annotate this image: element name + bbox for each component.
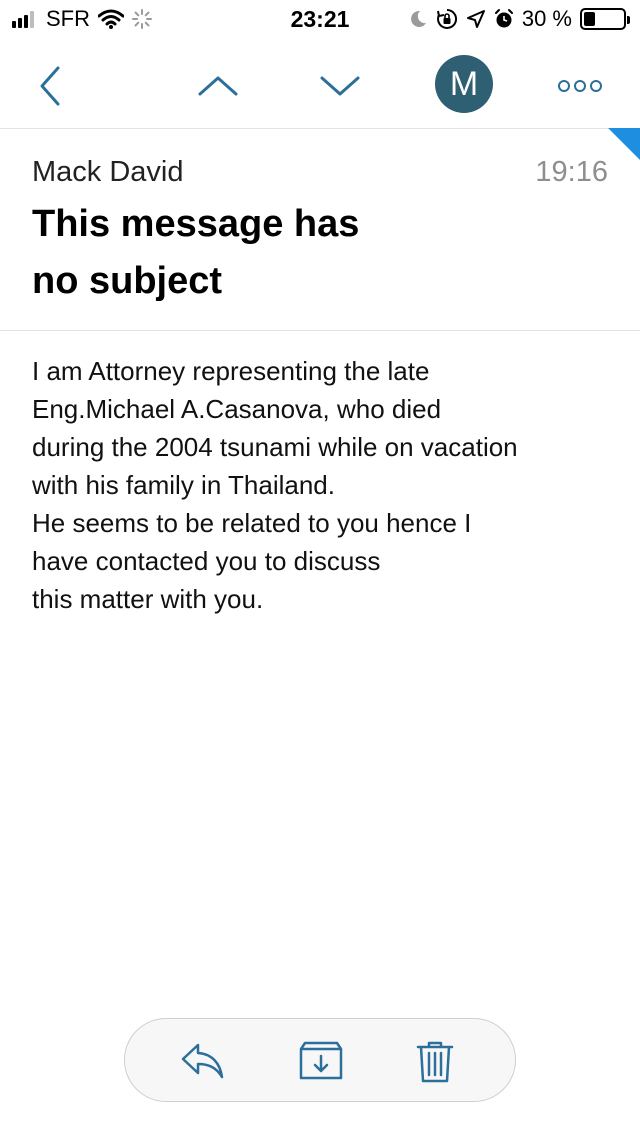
battery-percentage: 30 % [521,6,572,31]
reply-button[interactable] [163,1019,243,1103]
body-line: have contacted you to discuss [32,546,381,576]
body-line: Eng.Michael A.Casanova, who died [32,394,442,424]
trash-icon [416,1041,454,1083]
toolbar-divider [0,128,640,129]
body-line: He seems to be related to you hence I [32,508,472,538]
status-right: 30 % [408,6,630,32]
more-icon [558,80,602,92]
message-subject: This message has no subject [32,196,432,310]
message-action-bar [124,1018,516,1102]
body-line: this matter with you. [32,584,264,614]
message-toolbar: M [0,44,640,128]
sender-name[interactable]: Mack David [32,156,184,189]
location-arrow-icon [466,10,485,28]
archive-icon [299,1041,343,1080]
header-divider [0,330,640,331]
subject-line: This message has [32,203,360,245]
message-body: I am Attorney representing the late Eng.… [32,352,622,618]
more-button[interactable] [548,44,612,128]
unread-flag-icon [608,128,640,160]
alarm-icon [494,9,513,28]
do-not-disturb-moon-icon [410,10,426,27]
chevron-left-icon [40,66,60,106]
archive-button[interactable] [281,1019,361,1103]
sender-avatar[interactable]: M [435,55,493,113]
next-message-button[interactable] [308,44,372,128]
battery-icon [580,8,630,30]
body-line: with his family in Thailand. [32,470,335,500]
body-line: during the 2004 tsunami while on vacatio… [32,432,518,462]
body-line: I am Attorney representing the late [32,356,430,386]
mail-message-screen: SFR 23:21 30 % M Mack David 19:16 This m… [0,0,640,1136]
status-bar: SFR 23:21 30 % [0,0,640,40]
previous-message-button[interactable] [186,44,250,128]
rotation-lock-icon [436,8,457,29]
subject-line: no subject [32,260,223,302]
battery-level-fill [584,12,595,26]
delete-button[interactable] [395,1019,475,1103]
message-time: 19:16 [535,156,608,188]
chevron-down-icon [320,76,360,96]
back-button[interactable] [18,44,82,128]
chevron-up-icon [198,76,238,96]
reply-icon [181,1043,224,1079]
